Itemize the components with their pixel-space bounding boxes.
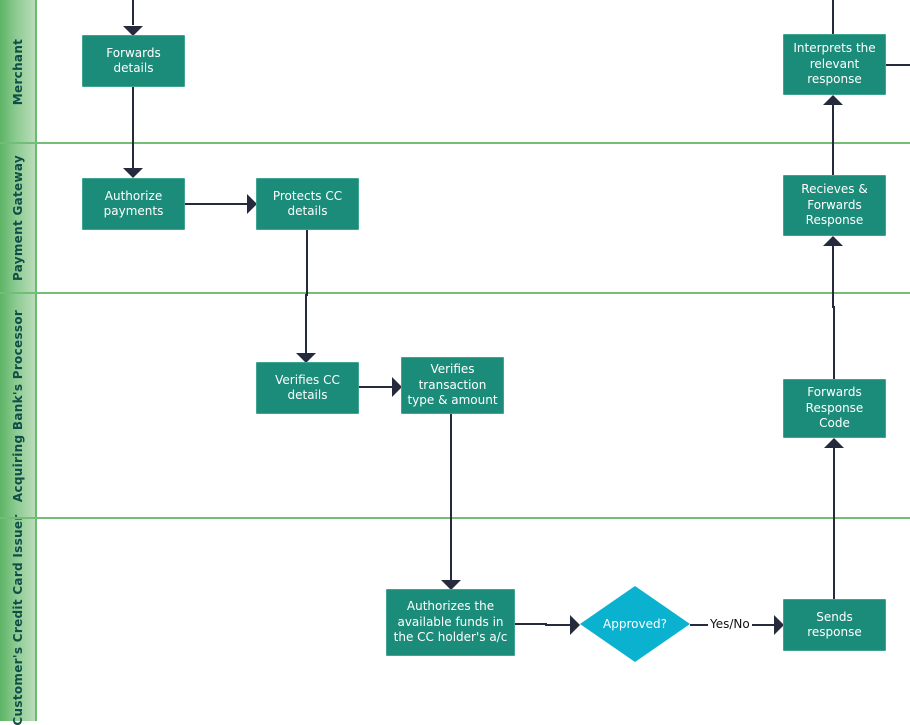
edge-label-yes-no: Yes/No — [708, 617, 752, 631]
node-forwards-response-code[interactable]: Forwards Response Code — [783, 379, 886, 438]
swimlane-diagram: Merchant Payment Gateway Acquiring Bank'… — [0, 0, 910, 725]
node-authorize-payments[interactable]: Authorize payments — [82, 178, 185, 230]
node-approved-decision[interactable]: Approved? — [580, 586, 690, 662]
node-verifies-transaction[interactable]: Verifies transaction type & amount — [401, 357, 504, 414]
edge-protects-to-verifies-cc — [305, 229, 308, 353]
node-sends-response[interactable]: Sends response — [783, 599, 886, 651]
arrowhead — [823, 95, 843, 105]
arrowhead — [123, 168, 143, 178]
node-verifies-cc-details[interactable]: Verifies CC details — [256, 362, 359, 414]
node-label: Verifies CC details — [275, 372, 340, 403]
edge-forwards-code-to-recieves — [832, 246, 835, 380]
node-forwards-details[interactable]: Forwards details — [82, 35, 185, 87]
node-label: Protects CC details — [272, 188, 343, 219]
node-label: Recieves & Forwards Response — [801, 182, 868, 228]
node-label: Forwards details — [106, 45, 161, 76]
node-label: Verifies transaction type & amount — [407, 362, 498, 408]
node-protects-cc-details[interactable]: Protects CC details — [256, 178, 359, 230]
node-recieves-forwards-response[interactable]: Recieves & Forwards Response — [783, 175, 886, 236]
node-interprets-response[interactable]: Interprets the relevant response — [783, 34, 886, 95]
edge-authorizes-funds-to-approved — [514, 623, 570, 626]
node-label: Approved? — [603, 617, 667, 631]
arrowhead — [823, 236, 843, 246]
node-label: Sends response — [807, 609, 862, 640]
node-label: Interprets the relevant response — [793, 41, 876, 87]
arrowhead — [570, 615, 580, 635]
node-label: Forwards Response Code — [805, 385, 864, 431]
node-authorizes-funds[interactable]: Authorizes the available funds in the CC… — [386, 589, 515, 656]
node-label: Authorizes the available funds in the CC… — [393, 599, 508, 645]
node-label: Authorize payments — [103, 188, 164, 219]
arrowhead — [824, 438, 844, 448]
